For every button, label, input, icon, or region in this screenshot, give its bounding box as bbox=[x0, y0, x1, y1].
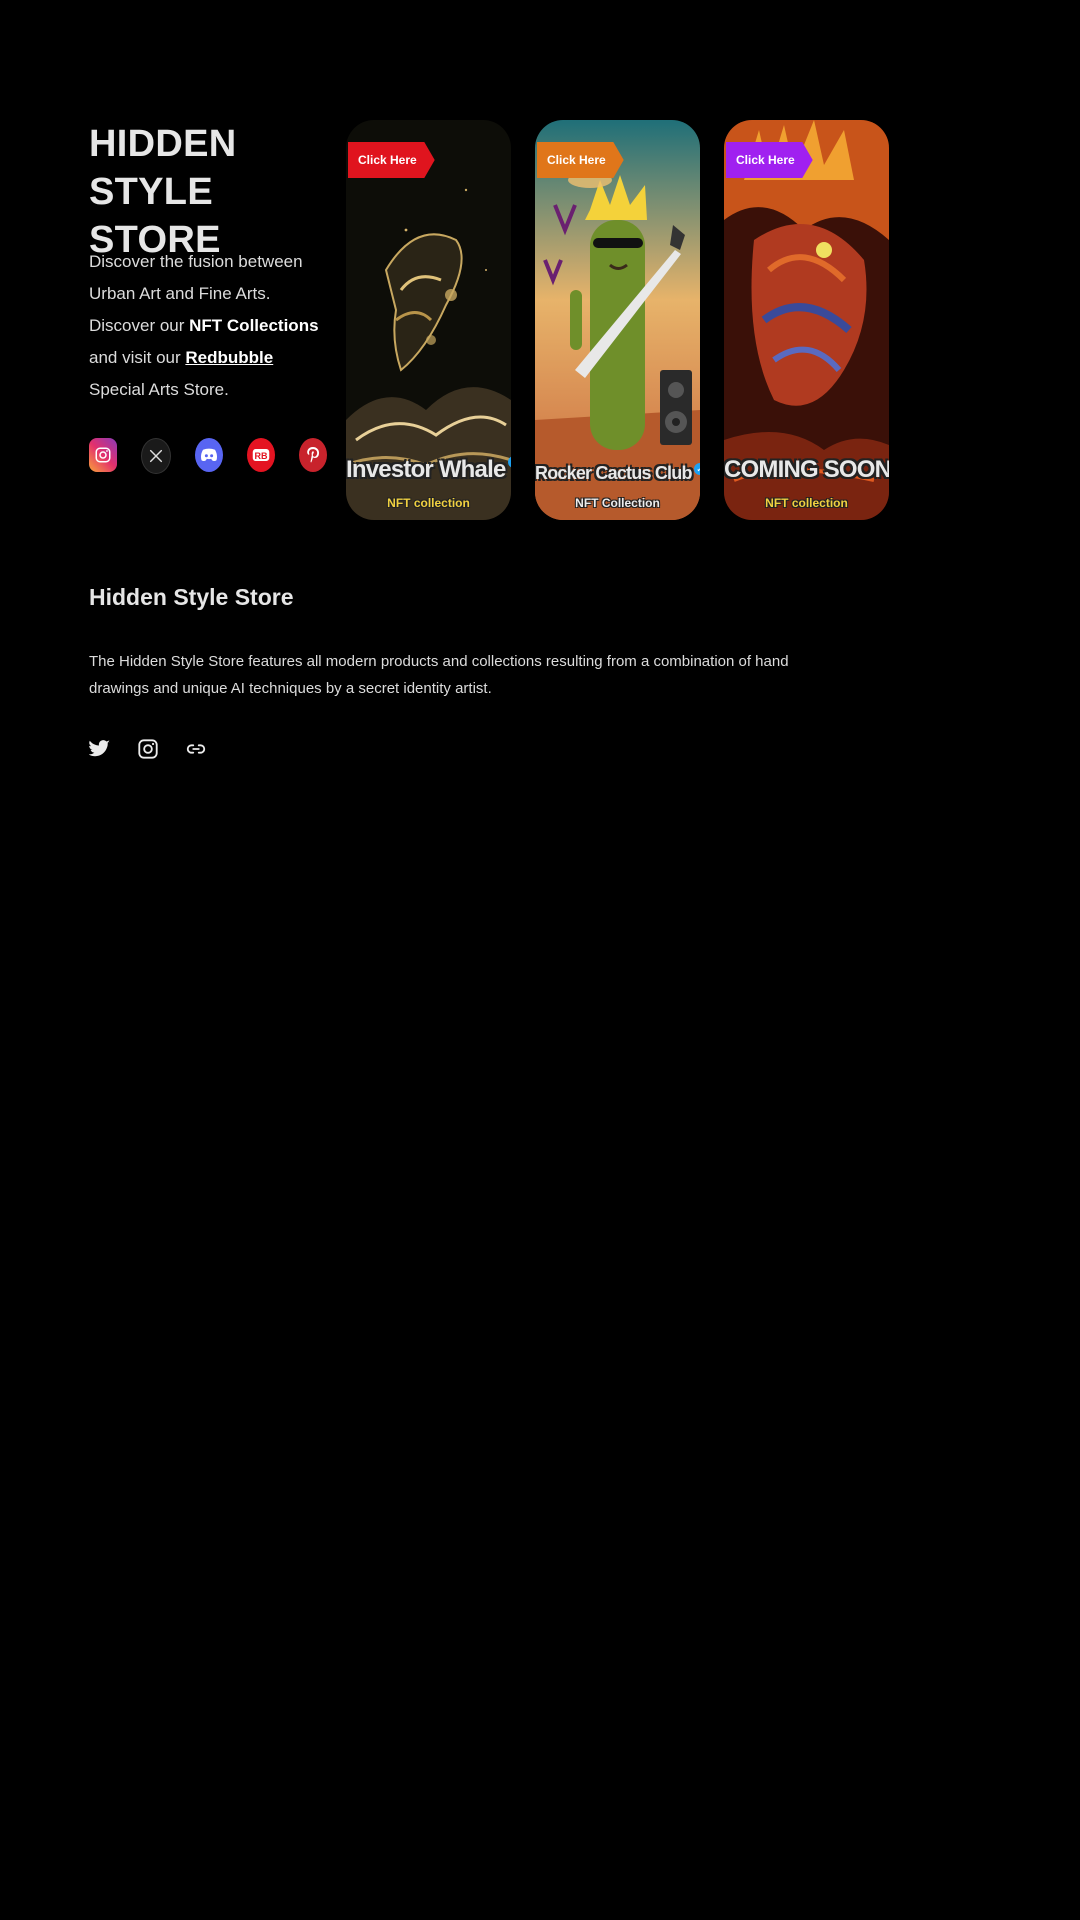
card-title-text: Investor Whale bbox=[346, 456, 506, 483]
click-here-ribbon[interactable]: Click Here bbox=[348, 142, 435, 178]
click-here-ribbon[interactable]: Click Here bbox=[537, 142, 624, 178]
twitter-icon[interactable] bbox=[88, 738, 111, 764]
nft-card-coming-soon[interactable]: Click Here COMING SOON✓ NFT collection bbox=[724, 120, 889, 520]
hero-desc-text-3: Special Arts Store. bbox=[89, 380, 229, 399]
section-title: Hidden Style Store bbox=[89, 584, 294, 610]
nft-card-investor-whale[interactable]: Click Here Investor Whale✓ NFT collectio… bbox=[346, 120, 511, 520]
social-links: RB bbox=[89, 438, 327, 474]
nft-card-rocker-cactus-club[interactable]: Click Here Rocker Cactus Club✓ NFT Colle… bbox=[535, 120, 700, 520]
verified-check-icon: ✓ bbox=[507, 456, 511, 468]
card-title: Rocker Cactus Club✓ bbox=[535, 463, 700, 484]
card-title-text: Rocker Cactus Club bbox=[535, 463, 692, 483]
card-subtitle: NFT collection bbox=[765, 496, 848, 510]
card-subtitle: NFT Collection bbox=[575, 496, 660, 510]
hero-desc-text-2: and visit our bbox=[89, 348, 186, 367]
instagram-icon[interactable] bbox=[137, 738, 159, 764]
card-title: Investor Whale✓ bbox=[346, 456, 511, 484]
redbubble-icon[interactable]: RB bbox=[247, 438, 275, 472]
x-icon[interactable] bbox=[141, 438, 171, 474]
pinterest-icon[interactable] bbox=[299, 438, 327, 472]
footer-social-links bbox=[88, 738, 207, 764]
hero-description: Discover the fusion between Urban Art an… bbox=[89, 246, 329, 406]
card-subtitle: NFT collection bbox=[387, 496, 470, 510]
card-title-text: COMING SOON bbox=[724, 456, 889, 483]
link-icon[interactable] bbox=[185, 738, 207, 764]
section-description: The Hidden Style Store features all mode… bbox=[89, 653, 789, 697]
instagram-icon[interactable] bbox=[89, 438, 117, 472]
card-title: COMING SOON✓ bbox=[724, 456, 889, 484]
hero-desc-bold: NFT Collections bbox=[189, 316, 319, 335]
svg-text:RB: RB bbox=[255, 451, 268, 461]
discord-icon[interactable] bbox=[195, 438, 223, 472]
click-here-ribbon[interactable]: Click Here bbox=[726, 142, 813, 178]
hero-title: HIDDEN STYLE STORE bbox=[89, 123, 237, 261]
rocker-cactus-artwork bbox=[535, 120, 700, 520]
verified-check-icon: ✓ bbox=[693, 463, 700, 475]
redbubble-link[interactable]: Redbubble bbox=[185, 348, 273, 367]
